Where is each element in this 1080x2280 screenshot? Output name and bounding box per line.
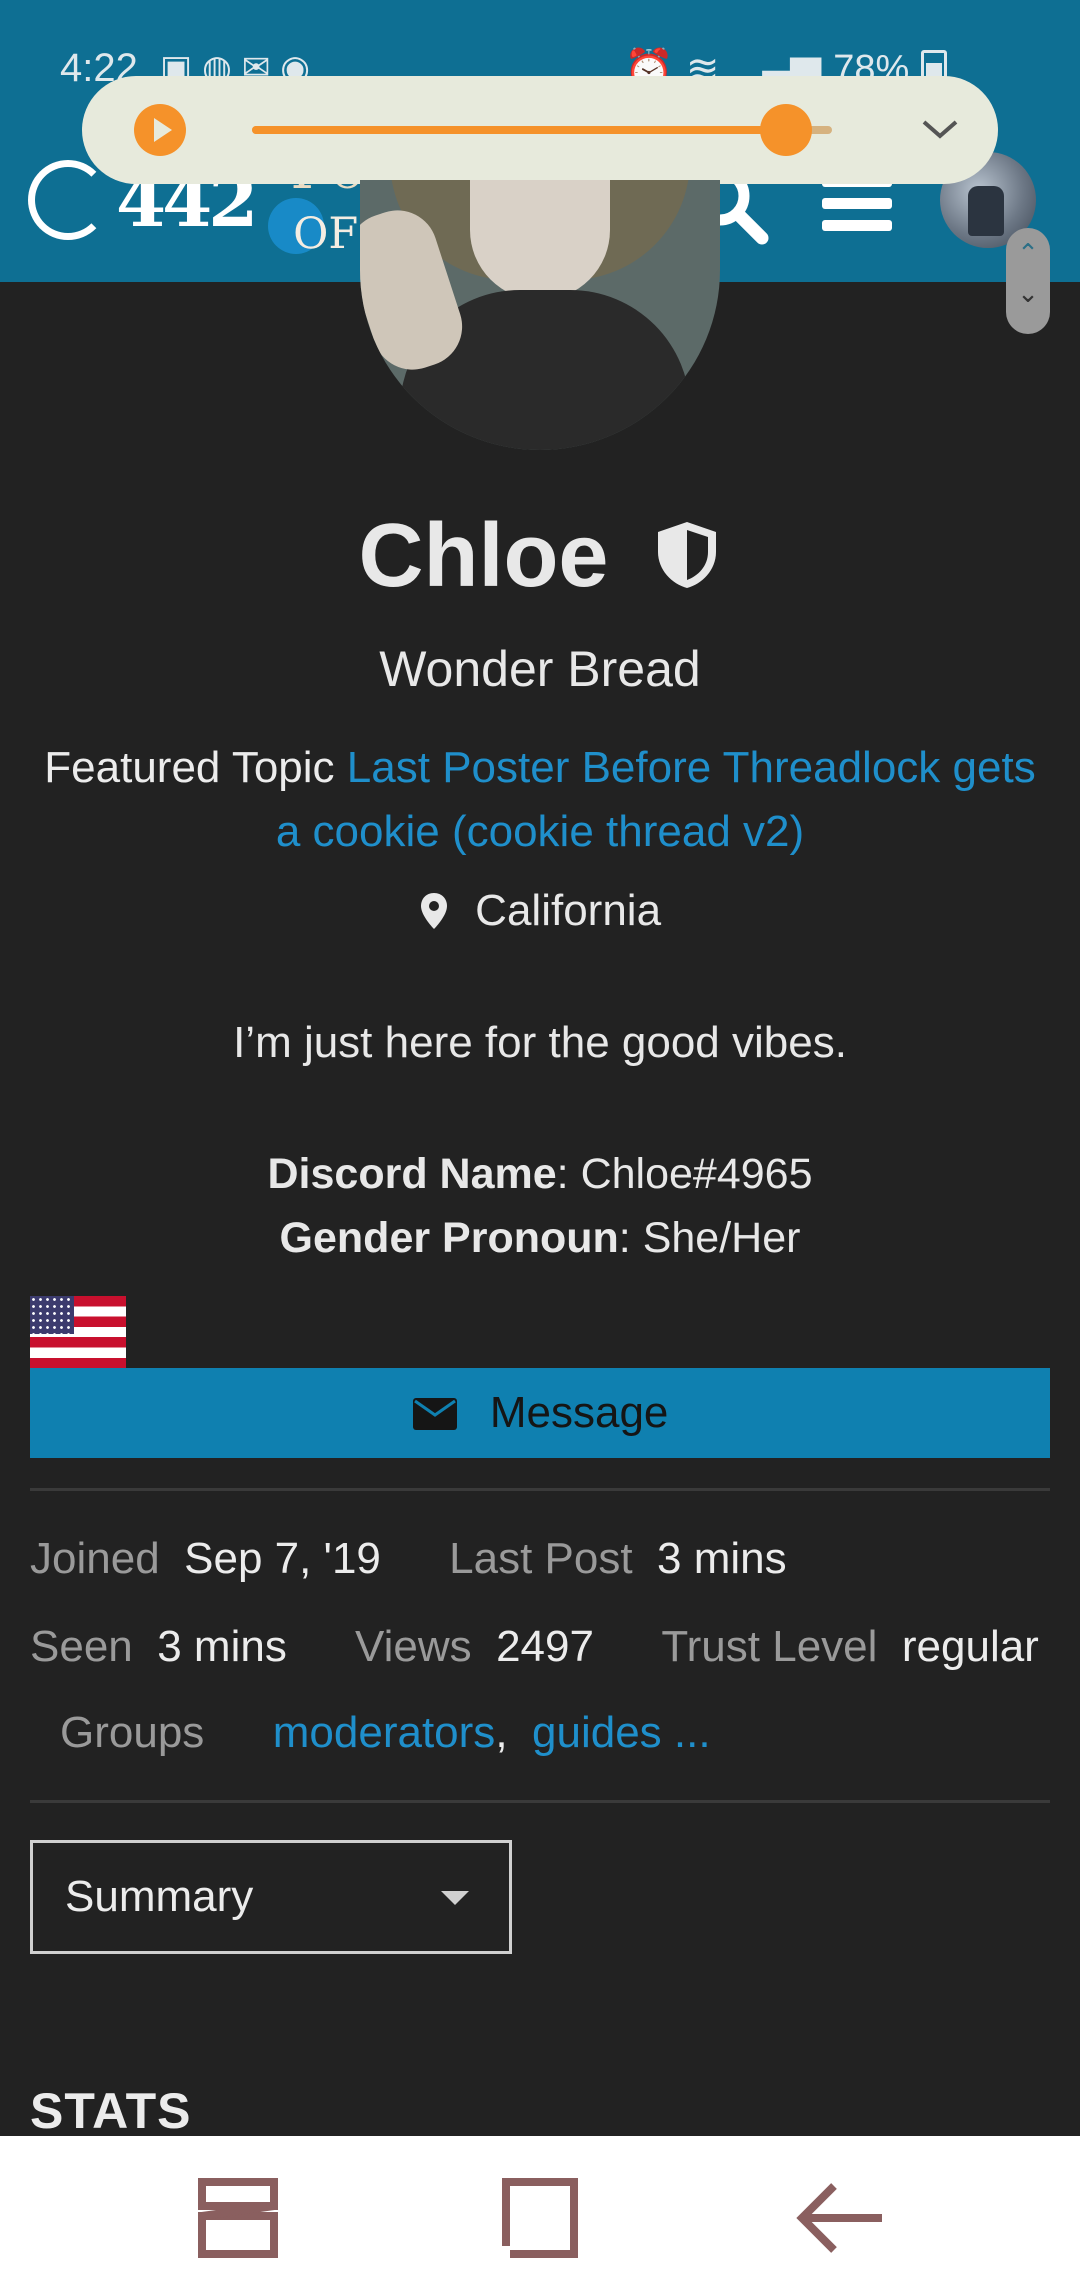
user-bio: I’m just here for the good vibes.	[233, 1018, 847, 1067]
stat-value: 3 mins	[657, 1534, 787, 1583]
back-button[interactable]	[790, 2168, 890, 2268]
field-label: Discord Name	[267, 1150, 557, 1198]
recents-button[interactable]	[188, 2168, 288, 2268]
field-value: She/Her	[642, 1214, 801, 1262]
stat-last-post: Last Post 3 mins	[449, 1534, 786, 1583]
system-nav-bar	[0, 2136, 1080, 2280]
groups-label: Groups	[60, 1708, 205, 1757]
chevron-down-icon: ⌄	[1017, 278, 1039, 308]
featured-topic-link[interactable]: Last Poster Before Threadlock gets a coo…	[276, 743, 1036, 856]
seek-progress	[252, 126, 786, 134]
play-icon[interactable]	[134, 104, 186, 156]
discord-name-field: Discord Name: Chloe#4965	[267, 1150, 813, 1198]
stat-label: Seen	[30, 1622, 133, 1671]
envelope-icon	[412, 1372, 458, 1430]
home-icon	[502, 2178, 578, 2258]
group-link-moderators[interactable]: moderators	[273, 1708, 496, 1757]
stat-label: Last Post	[449, 1534, 633, 1583]
user-location: California	[0, 886, 1080, 936]
location-text: California	[475, 886, 662, 935]
us-flag-icon	[30, 1296, 126, 1368]
stat-label: Trust Level	[661, 1622, 878, 1671]
summary-dropdown[interactable]: Summary	[30, 1840, 512, 1954]
dropdown-value: Summary	[65, 1872, 254, 1921]
map-pin-icon	[419, 891, 449, 931]
avatar-face	[470, 180, 610, 300]
stat-value: 2497	[496, 1622, 594, 1671]
featured-topic-label: Featured Topic	[44, 743, 335, 792]
shield-icon	[652, 511, 722, 588]
stats-row-seen: Seen 3 mins Views 2497 Trust Level regul…	[30, 1622, 1070, 1672]
stat-seen: Seen 3 mins	[30, 1622, 287, 1671]
stats-row-joined: Joined Sep 7, '19 Last Post 3 mins	[30, 1534, 1070, 1584]
chevron-down-icon	[922, 120, 958, 139]
field-value: Chloe#4965	[580, 1150, 813, 1198]
seek-bar[interactable]	[252, 104, 832, 156]
stat-value: Sep 7, '19	[184, 1534, 381, 1583]
group-link-guides[interactable]: guides ...	[532, 1708, 711, 1757]
user-title: Wonder Bread	[379, 641, 701, 697]
scroll-handle[interactable]: ⌃ ⌄	[1006, 228, 1050, 334]
profile-name: Chloe	[358, 506, 609, 606]
caret-down-icon	[441, 1891, 469, 1905]
group-separator: ,	[495, 1708, 508, 1757]
swirl-logo-icon	[28, 160, 108, 240]
stat-trust-level: Trust Level regular	[661, 1622, 1038, 1671]
flag-canton	[30, 1296, 74, 1334]
divider	[30, 1488, 1050, 1491]
stats-heading: STATS	[30, 2083, 192, 2139]
stat-views: Views 2497	[355, 1622, 594, 1671]
stat-label: Views	[355, 1622, 472, 1671]
media-player	[82, 76, 998, 184]
divider	[30, 1800, 1050, 1803]
recents-icon	[198, 2178, 278, 2258]
home-button[interactable]	[488, 2168, 588, 2268]
collapse-button[interactable]	[912, 102, 968, 158]
stat-value: regular	[901, 1622, 1039, 1671]
stat-label: Joined	[30, 1534, 160, 1583]
seek-thumb[interactable]	[759, 104, 812, 156]
stat-value: 3 mins	[157, 1622, 287, 1671]
featured-topic: Featured Topic Last Poster Before Thread…	[30, 736, 1050, 864]
field-label: Gender Pronoun	[279, 1214, 619, 1262]
profile-avatar	[360, 180, 720, 450]
stat-joined: Joined Sep 7, '19	[30, 1534, 381, 1583]
gender-pronoun-field: Gender Pronoun: She/Her	[279, 1214, 801, 1262]
message-button[interactable]: Message	[30, 1368, 1050, 1458]
stats-row-groups: Groups moderators, guides ...	[30, 1708, 1070, 1758]
message-button-label: Message	[489, 1388, 669, 1437]
back-arrow-icon	[796, 2183, 882, 2253]
profile-name-row: Chloe	[0, 505, 1080, 608]
chevron-up-icon: ⌃	[1017, 238, 1039, 268]
